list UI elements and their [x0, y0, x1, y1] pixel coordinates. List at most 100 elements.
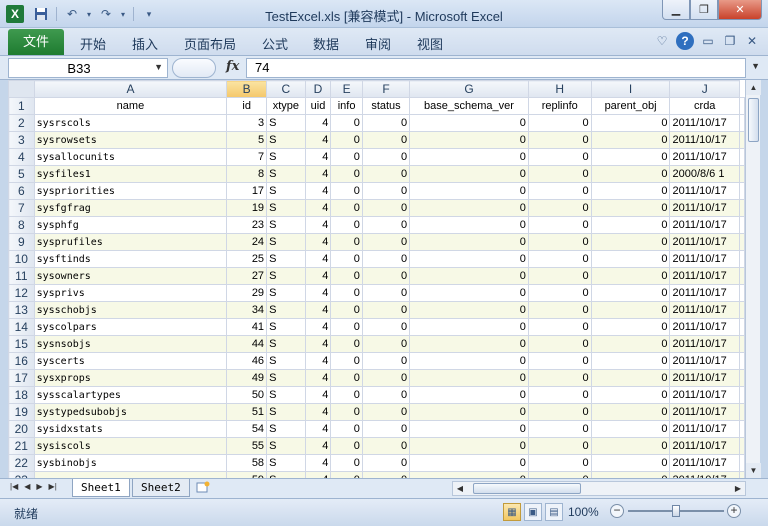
zoom-level[interactable]: 100% [568, 505, 599, 519]
cell[interactable]: 0 [527, 165, 592, 183]
row-header[interactable]: 15 [8, 335, 35, 353]
cell[interactable]: 0 [409, 420, 529, 438]
cell[interactable]: 0 [590, 335, 671, 353]
cell[interactable]: S [266, 233, 306, 251]
column-header-d[interactable]: D [304, 80, 332, 98]
cell[interactable]: 0 [527, 454, 592, 472]
column-title-cell[interactable]: base_schema_ver [409, 97, 529, 115]
cell[interactable]: 4 [304, 454, 332, 472]
cell[interactable]: 2011/10/17 [669, 284, 740, 302]
cell[interactable] [739, 199, 745, 217]
undo-dropdown-icon[interactable]: ▾ [85, 5, 93, 23]
column-title-cell[interactable]: uid [304, 97, 332, 115]
cell[interactable]: 0 [409, 216, 529, 234]
cell[interactable]: 0 [590, 199, 671, 217]
cell[interactable]: 2011/10/17 [669, 199, 740, 217]
column-header-c[interactable]: C [266, 80, 306, 98]
cell[interactable]: 0 [590, 420, 671, 438]
cell[interactable]: 4 [304, 420, 332, 438]
tab-view[interactable]: 视图 [417, 34, 443, 53]
help-icon[interactable]: ? [676, 32, 694, 50]
cell[interactable]: sysscalartypes [33, 386, 228, 404]
cell[interactable]: 0 [409, 335, 529, 353]
row-header[interactable]: 13 [8, 301, 35, 319]
cell[interactable]: 0 [590, 437, 671, 455]
cell[interactable]: 2011/10/17 [669, 369, 740, 387]
cell[interactable] [739, 420, 745, 438]
cell[interactable]: 0 [361, 267, 411, 285]
cell[interactable]: 0 [590, 284, 671, 302]
cell[interactable]: 2011/10/17 [669, 114, 740, 132]
cell[interactable]: 0 [330, 454, 363, 472]
tab-review[interactable]: 审阅 [365, 34, 391, 53]
cell[interactable]: sysidxstats [33, 420, 228, 438]
cell[interactable]: 2011/10/17 [669, 318, 740, 336]
cell[interactable]: 0 [330, 403, 363, 421]
cell[interactable]: S [266, 369, 306, 387]
cell[interactable] [739, 233, 745, 251]
cell[interactable] [739, 386, 745, 404]
cell[interactable]: 0 [361, 233, 411, 251]
cell[interactable]: sysnsobjs [33, 335, 228, 353]
cell[interactable]: 46 [226, 352, 268, 370]
cell[interactable]: S [266, 335, 306, 353]
excel-app-icon[interactable]: X [6, 5, 24, 23]
redo-dropdown-icon[interactable]: ▾ [119, 5, 127, 23]
first-sheet-icon[interactable]: |◀ [10, 482, 18, 491]
cell[interactable]: 0 [361, 216, 411, 234]
tab-file[interactable]: 文件 [8, 29, 64, 55]
cell[interactable]: 0 [409, 284, 529, 302]
cell[interactable]: 24 [226, 233, 268, 251]
cell[interactable]: 0 [527, 216, 592, 234]
cell[interactable]: 0 [590, 352, 671, 370]
cell[interactable]: S [266, 454, 306, 472]
cell[interactable]: S [266, 301, 306, 319]
tab-data[interactable]: 数据 [313, 34, 339, 53]
cell[interactable]: 0 [361, 386, 411, 404]
cell[interactable]: 27 [226, 267, 268, 285]
cell[interactable] [739, 114, 745, 132]
cell[interactable]: 4 [304, 386, 332, 404]
cell[interactable]: 0 [409, 301, 529, 319]
vertical-scrollbar[interactable]: ▲ ▼ [745, 80, 761, 478]
cell[interactable]: 0 [361, 182, 411, 200]
cell[interactable]: 0 [527, 250, 592, 268]
cell[interactable]: S [266, 420, 306, 438]
row-header[interactable]: 14 [8, 318, 35, 336]
cell[interactable]: 4 [304, 403, 332, 421]
cell[interactable]: 0 [590, 165, 671, 183]
cell[interactable]: 0 [527, 182, 592, 200]
cell[interactable]: 44 [226, 335, 268, 353]
cell[interactable]: 0 [361, 250, 411, 268]
cell[interactable]: 0 [409, 233, 529, 251]
cell[interactable]: 0 [527, 284, 592, 302]
cell[interactable]: 2011/10/17 [669, 352, 740, 370]
cell[interactable]: syscolpars [33, 318, 228, 336]
zoom-slider-thumb[interactable] [672, 505, 680, 517]
cell[interactable] [739, 216, 745, 234]
cell[interactable]: 4 [304, 437, 332, 455]
tab-formulas[interactable]: 公式 [262, 34, 288, 53]
cell[interactable]: 0 [361, 114, 411, 132]
restore-icon[interactable]: ❐ [690, 0, 718, 20]
cell[interactable]: 0 [590, 114, 671, 132]
row-header[interactable]: 19 [8, 403, 35, 421]
cell[interactable]: 0 [330, 148, 363, 166]
cell[interactable]: 0 [527, 267, 592, 285]
column-header-i[interactable]: I [590, 80, 671, 98]
cell[interactable]: 0 [361, 335, 411, 353]
cell[interactable] [739, 182, 745, 200]
cell[interactable]: 0 [409, 114, 529, 132]
row-header[interactable]: 5 [8, 165, 35, 183]
workbook-restore-icon[interactable]: ❐ [722, 34, 738, 48]
cell[interactable]: 0 [330, 437, 363, 455]
cell[interactable]: 0 [527, 335, 592, 353]
cell[interactable]: 4 [304, 352, 332, 370]
cell[interactable]: 0 [409, 148, 529, 166]
cell[interactable]: 4 [304, 318, 332, 336]
minimize-ribbon-icon[interactable]: ♡ [654, 34, 670, 48]
cell[interactable]: 0 [330, 352, 363, 370]
cell[interactable]: 0 [409, 437, 529, 455]
cell[interactable]: S [266, 114, 306, 132]
cell[interactable]: 0 [527, 114, 592, 132]
